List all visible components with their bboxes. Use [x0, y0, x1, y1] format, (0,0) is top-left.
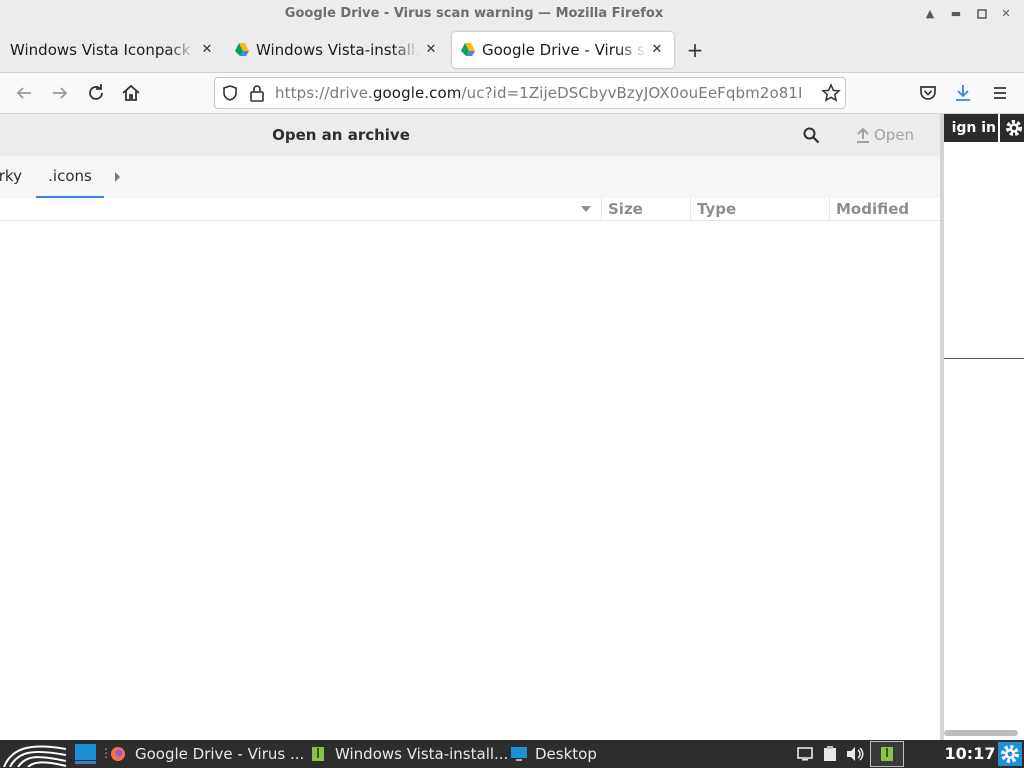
open-button[interactable]: Open	[848, 120, 924, 150]
upload-arrow-icon	[856, 127, 870, 143]
address-bar[interactable]: https://drive.google.com/uc?id=1ZijeDSCb…	[214, 77, 846, 109]
pocket-button[interactable]	[916, 81, 940, 105]
firefox-icon	[110, 746, 126, 762]
google-drive-icon	[234, 42, 250, 58]
start-menu-icon[interactable]	[2, 741, 68, 767]
window-titlebar: Google Drive - Virus scan warning — Mozi…	[0, 0, 1024, 28]
reload-button[interactable]	[84, 81, 108, 105]
path-segment-icons[interactable]: .icons	[36, 156, 104, 198]
forward-arrow-icon	[53, 87, 68, 99]
maximize-icon	[977, 9, 987, 19]
settings-gear-icon[interactable]	[998, 742, 1022, 766]
pocket-icon	[920, 86, 936, 100]
back-button[interactable]	[12, 81, 36, 105]
open-button-label: Open	[874, 126, 915, 144]
taskbar-task-firefox[interactable]: Google Drive - Virus ...	[135, 740, 305, 768]
tab-strip: Windows Vista Iconpack - ✕ Windows Vista…	[0, 28, 1024, 73]
open-archive-dialog: Open an archive Open .rky .icons Size	[0, 114, 942, 740]
column-size[interactable]: Size	[601, 198, 691, 220]
google-topbar: ign in	[944, 114, 1024, 142]
screen-icon[interactable]	[797, 747, 813, 761]
tab-close-button[interactable]: ✕	[198, 41, 216, 59]
tracking-protection-shield-icon[interactable]	[221, 84, 239, 102]
tab-close-button[interactable]: ✕	[648, 41, 666, 59]
navigation-toolbar: https://drive.google.com/uc?id=1ZijeDSCb…	[0, 73, 1024, 114]
volume-icon[interactable]	[846, 746, 864, 762]
home-icon	[122, 84, 140, 101]
horizontal-scrollbar[interactable]	[944, 730, 1018, 736]
column-modified[interactable]: Modified	[829, 198, 940, 220]
column-type[interactable]: Type	[690, 198, 830, 220]
active-window-indicator[interactable]	[870, 741, 904, 767]
bookmark-star-icon[interactable]	[821, 83, 841, 103]
download-icon	[956, 85, 970, 101]
lock-icon[interactable]	[249, 84, 265, 102]
show-desktop-icon[interactable]	[74, 743, 98, 765]
tab-close-button[interactable]: ✕	[422, 41, 440, 59]
dialog-header: Open an archive Open	[0, 114, 942, 157]
window-close-button[interactable]: ✕	[996, 4, 1016, 24]
clipboard-icon[interactable]	[823, 746, 837, 762]
new-tab-button[interactable]: +	[684, 38, 706, 62]
url-host: google.com	[372, 84, 462, 102]
back-arrow-icon	[16, 87, 31, 99]
archive-manager-icon	[881, 747, 893, 761]
path-segment-home[interactable]: .rky	[0, 156, 22, 198]
clock[interactable]: 10:17	[944, 740, 996, 768]
desktop-icon	[510, 746, 528, 762]
app-menu-button[interactable]	[988, 81, 1012, 105]
hamburger-menu-icon	[994, 87, 1006, 99]
sign-in-link[interactable]: ign in	[944, 114, 996, 142]
path-bar: .rky .icons	[0, 156, 942, 199]
settings-gear-icon[interactable]	[1004, 118, 1024, 138]
path-forward-chevron-icon[interactable]	[112, 171, 122, 183]
taskbar: ⋮ Google Drive - Virus ... Windows Vista…	[0, 740, 1024, 768]
url-suffix: /uc?id=1ZijeDSCbyvBzyJOX0ouEeFqbm2o81I	[461, 84, 803, 102]
sort-dropdown-icon[interactable]	[580, 204, 592, 214]
file-list[interactable]	[0, 221, 940, 740]
tab-label: Windows Vista Iconpack -	[10, 41, 194, 59]
window-title: Google Drive - Virus scan warning — Mozi…	[284, 6, 664, 21]
window-maximize-button[interactable]	[972, 4, 992, 24]
home-button[interactable]	[119, 81, 143, 105]
file-list-header: Size Type Modified	[0, 198, 942, 221]
topbar-divider	[998, 114, 1000, 142]
archive-manager-icon	[311, 746, 325, 762]
google-drive-icon	[460, 42, 476, 58]
divider-line	[944, 358, 1024, 359]
dialog-title: Open an archive	[272, 126, 410, 144]
url-text[interactable]: https://drive.google.com/uc?id=1ZijeDSCb…	[275, 78, 811, 108]
page-content: Open an archive Open .rky .icons Size	[0, 114, 1024, 740]
page-right-area: ign in	[944, 114, 1024, 740]
url-prefix: https://drive.	[275, 84, 373, 102]
reload-icon	[89, 84, 103, 100]
search-icon[interactable]	[802, 126, 820, 144]
downloads-button[interactable]	[951, 81, 975, 105]
window-minimize-button[interactable]: ▬	[946, 4, 966, 24]
taskbar-task-archive-manager[interactable]: Windows Vista-install...	[335, 740, 507, 768]
taskbar-task-desktop[interactable]: Desktop	[535, 740, 615, 768]
tab-windows-vista-install[interactable]: Windows Vista-install.w ✕	[226, 32, 450, 68]
forward-button[interactable]	[48, 81, 72, 105]
tab-windows-vista-iconpack[interactable]: Windows Vista Iconpack - ✕	[0, 32, 224, 68]
window-shade-button[interactable]: ▲	[920, 4, 940, 24]
tab-google-drive-virus-scan[interactable]: Google Drive - Virus sc ✕	[452, 32, 674, 68]
